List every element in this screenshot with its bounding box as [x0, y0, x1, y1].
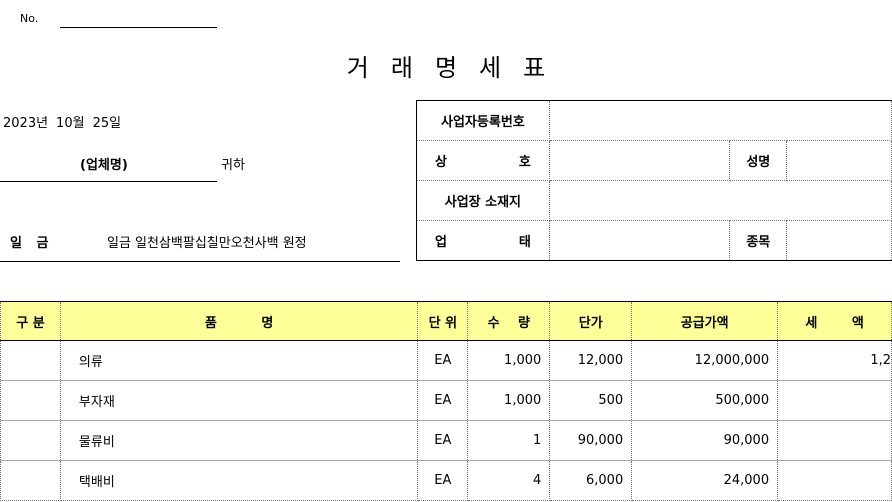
cell-quantity[interactable]: 1	[467, 420, 551, 461]
cell-tax[interactable]: 1,2	[777, 340, 892, 381]
col-header-item-name: 품 명	[59, 301, 419, 341]
business-type-value[interactable]	[548, 220, 731, 261]
business-type-label: 업 태	[416, 220, 550, 261]
cell-quantity[interactable]: 1,000	[467, 340, 551, 381]
honorific: 귀하	[221, 158, 245, 173]
items-header-row: 구 분 품 명 단 위 수 량 단가 공급가액 세 액	[0, 301, 892, 341]
cell-unit[interactable]: EA	[417, 460, 469, 501]
business-item-label: 종목	[729, 220, 788, 261]
col-header-supply-amount: 공급가액	[631, 301, 779, 341]
trade-name-label: 상 호	[416, 140, 550, 181]
owner-name-value[interactable]	[786, 140, 892, 181]
cell-category[interactable]	[0, 460, 61, 501]
date-month: 10월	[56, 116, 85, 131]
cell-item-name[interactable]: 부자재	[59, 380, 419, 421]
supplier-row-trade-name: 상 호 성명	[416, 140, 892, 181]
title-char: 명	[434, 54, 458, 82]
cell-unit-price[interactable]: 6,000	[549, 460, 633, 501]
cell-category[interactable]	[0, 340, 61, 381]
cell-unit[interactable]: EA	[417, 380, 469, 421]
issue-date: 2023년 10월 25일	[3, 112, 129, 131]
address-value[interactable]	[548, 180, 892, 221]
date-day: 25일	[92, 116, 122, 131]
cell-tax[interactable]	[777, 420, 892, 461]
cell-category[interactable]	[0, 380, 61, 421]
table-row: 부자재 EA 1,000 500 500,000	[0, 380, 892, 421]
cell-unit[interactable]: EA	[417, 340, 469, 381]
table-row: 택배비 EA 4 6,000 24,000	[0, 460, 892, 501]
col-header-unit-price: 단가	[549, 301, 633, 341]
col-header-category: 구 분	[0, 301, 61, 341]
cell-supply-amount[interactable]: 24,000	[631, 460, 779, 501]
cell-item-name[interactable]: 택배비	[59, 460, 419, 501]
address-label: 사업장 소재지	[416, 180, 550, 221]
supplier-row-business: 업 태 종목	[416, 220, 892, 261]
title-char: 표	[523, 54, 546, 82]
amount-in-words[interactable]: 일금 일천삼백팔십칠만오천사백 원정	[107, 232, 307, 251]
cell-quantity[interactable]: 4	[467, 460, 551, 501]
recipient-company[interactable]: (업체명)	[80, 154, 128, 173]
date-year: 2023년	[3, 116, 49, 131]
items-table: 구 분 품 명 단 위 수 량 단가 공급가액 세 액 의류 EA 1,000 …	[0, 301, 892, 501]
col-header-tax: 세 액	[777, 301, 892, 341]
cell-tax[interactable]	[777, 380, 892, 421]
cell-quantity[interactable]: 1,000	[467, 380, 551, 421]
amount-label: 일 금	[10, 236, 49, 251]
cell-category[interactable]	[0, 420, 61, 461]
business-item-value[interactable]	[786, 220, 892, 261]
recipient-underline	[0, 181, 217, 182]
amount-underline	[0, 261, 400, 262]
cell-unit-price[interactable]: 12,000	[549, 340, 633, 381]
cell-item-name[interactable]: 의류	[59, 340, 419, 381]
cell-unit-price[interactable]: 90,000	[549, 420, 633, 461]
reg-no-label: 사업자등록번호	[416, 100, 550, 141]
trade-name-value[interactable]	[548, 140, 731, 181]
owner-name-label: 성명	[729, 140, 788, 181]
table-row: 물류비 EA 1 90,000 90,000	[0, 420, 892, 461]
col-header-unit: 단 위	[417, 301, 469, 341]
title-char: 래	[390, 54, 413, 82]
title-char: 거	[346, 54, 369, 82]
cell-unit-price[interactable]: 500	[549, 380, 633, 421]
document-title: 거래명세표	[0, 48, 892, 83]
reg-no-value[interactable]	[548, 100, 892, 141]
cell-tax[interactable]	[777, 460, 892, 501]
supplier-row-address: 사업장 소재지	[416, 180, 892, 221]
cell-item-name[interactable]: 물류비	[59, 420, 419, 461]
table-row: 의류 EA 1,000 12,000 12,000,000 1,2	[0, 340, 892, 381]
no-label: No.	[20, 12, 39, 25]
cell-unit[interactable]: EA	[417, 420, 469, 461]
supplier-row-reg-no: 사업자등록번호	[416, 100, 892, 141]
supplier-info-table: 사업자등록번호 상 호 성명 사업장 소재지 업 태 종목	[416, 100, 892, 261]
cell-supply-amount[interactable]: 12,000,000	[631, 340, 779, 381]
title-char: 세	[479, 54, 502, 82]
no-field-underline[interactable]	[60, 27, 217, 28]
col-header-quantity: 수 량	[467, 301, 551, 341]
cell-supply-amount[interactable]: 90,000	[631, 420, 779, 461]
cell-supply-amount[interactable]: 500,000	[631, 380, 779, 421]
